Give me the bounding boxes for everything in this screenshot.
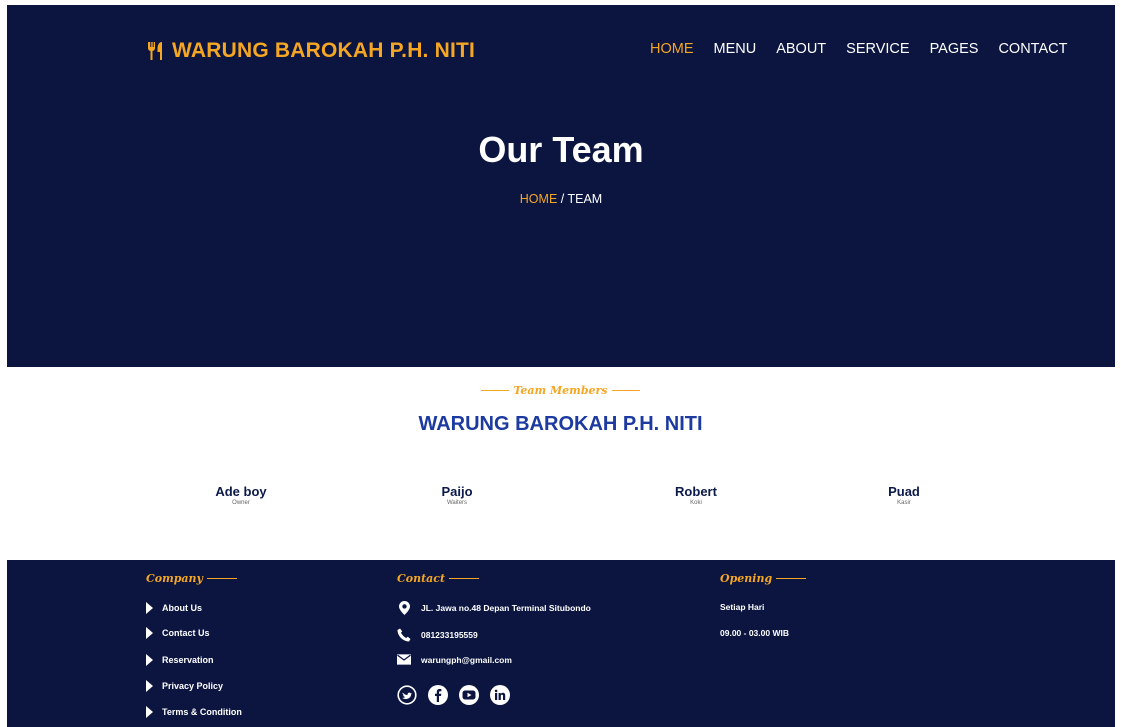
divider-line [776, 578, 807, 579]
twitter-icon[interactable] [397, 685, 417, 705]
member-role: Owner [232, 500, 250, 506]
contact-email-text: warungph@gmail.com [421, 654, 512, 665]
breadcrumb-home[interactable]: HOME [520, 192, 558, 206]
divider-line [611, 390, 640, 391]
footer: Company About Us Contact Us Reservation … [7, 560, 1115, 727]
contact-phone-text: 081233195559 [421, 630, 478, 640]
section-subtitle: Team Members [0, 384, 1121, 397]
hero-banner: WARUNG BAROKAH P.H. NITI HOME MENU ABOUT… [7, 5, 1115, 367]
team-member-card: Ade boy Owner [181, 484, 301, 506]
brand-logo[interactable]: WARUNG BAROKAH P.H. NITI [146, 39, 475, 63]
divider-line [206, 578, 237, 579]
caret-right-icon [146, 680, 153, 692]
member-role: Waiters [446, 500, 468, 506]
caret-right-icon [146, 627, 153, 639]
nav-about[interactable]: ABOUT [776, 41, 826, 57]
contact-heading-text: Contact [397, 572, 446, 585]
opening-days: Setiap Hari [720, 602, 765, 612]
team-member-card: Robert Koki [636, 484, 756, 506]
footer-opening-heading: Opening [720, 572, 807, 585]
contact-address-text: JL. Jawa no.48 Depan Terminal Situbondo [421, 603, 591, 613]
opening-heading-text: Opening [720, 572, 773, 585]
footer-company-heading: Company [146, 572, 237, 585]
nav-home[interactable]: HOME [650, 41, 694, 57]
team-member-card: Paijo Waiters [397, 484, 517, 506]
opening-hours: 09.00 - 03.00 WIB [720, 628, 789, 638]
section-title: WARUNG BAROKAH P.H. NITI [418, 413, 703, 435]
footer-link-privacy[interactable]: Privacy Policy [146, 680, 223, 692]
nav-menu[interactable]: MENU [714, 41, 757, 57]
page-title: Our Team [478, 129, 644, 170]
footer-link-contact[interactable]: Contact Us [146, 627, 210, 639]
nav-pages[interactable]: PAGES [930, 41, 979, 57]
main-nav: HOME MENU ABOUT SERVICE PAGES CONTACT [650, 41, 1067, 57]
breadcrumb-current: TEAM [567, 192, 603, 206]
breadcrumb-separator: / [557, 192, 568, 206]
divider-line [449, 578, 480, 579]
divider-line [481, 390, 510, 391]
team-subtitle: Team Members [513, 384, 608, 397]
member-name: Paijo [441, 484, 473, 499]
footer-link-label: Contact Us [162, 628, 210, 638]
member-name: Puad [888, 484, 920, 499]
footer-contact-heading: Contact [397, 572, 480, 585]
footer-link-label: Reservation [162, 655, 214, 665]
caret-right-icon [146, 706, 153, 718]
footer-link-label: Privacy Policy [162, 681, 224, 691]
company-heading-text: Company [146, 572, 203, 585]
footer-link-reservation[interactable]: Reservation [146, 654, 214, 666]
breadcrumb: HOME / TEAM [7, 192, 1115, 206]
footer-link-about[interactable]: About Us [146, 602, 202, 614]
contact-phone: 081233195559 [397, 628, 478, 642]
member-role: Koki [690, 500, 702, 506]
contact-address: JL. Jawa no.48 Depan Terminal Situbondo [397, 601, 591, 615]
footer-link-label: About Us [162, 603, 202, 613]
facebook-icon[interactable] [428, 685, 448, 705]
youtube-icon[interactable] [459, 685, 479, 705]
team-section: Team Members WARUNG BAROKAH P.H. NITI Ad… [0, 367, 1121, 560]
member-name: Ade boy [215, 484, 267, 499]
member-role: Kasir [897, 500, 911, 506]
footer-link-terms[interactable]: Terms & Condition [146, 706, 242, 718]
map-pin-icon [397, 601, 411, 615]
nav-service[interactable]: SERVICE [846, 41, 909, 57]
nav-contact[interactable]: CONTACT [998, 41, 1067, 57]
phone-icon [397, 628, 411, 642]
member-name: Robert [675, 484, 717, 499]
contact-email: warungph@gmail.com [397, 654, 512, 665]
caret-right-icon [146, 654, 153, 666]
team-member-card: Puad Kasir [844, 484, 964, 506]
caret-right-icon [146, 602, 153, 614]
envelope-icon [397, 654, 411, 665]
utensils-icon [146, 41, 166, 61]
linkedin-icon[interactable] [490, 685, 510, 705]
social-links [397, 685, 510, 705]
brand-name: WARUNG BAROKAH P.H. NITI [172, 39, 476, 62]
footer-link-label: Terms & Condition [162, 707, 242, 717]
